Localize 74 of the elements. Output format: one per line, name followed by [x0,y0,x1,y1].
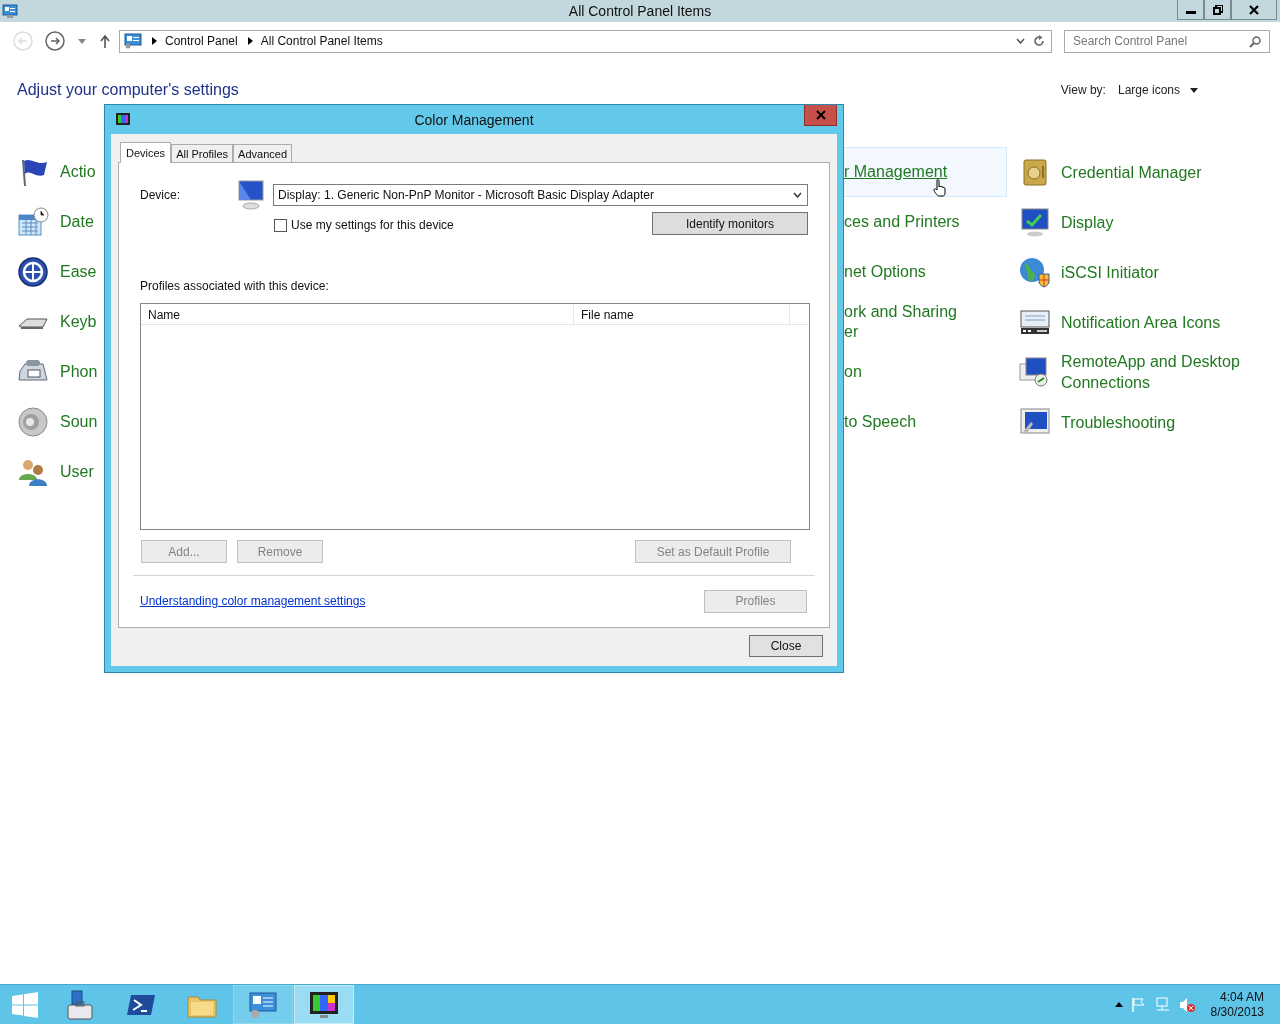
globe-icon[interactable] [1019,256,1051,288]
control-panel-item[interactable]: on [844,362,970,382]
control-panel-icon [2,3,18,19]
control-panel-item[interactable]: Notification Area Icons [1061,311,1256,333]
profiles-label: Profiles associated with this device: [140,279,330,293]
control-panel-item[interactable]: User [60,463,94,481]
window-title: All Control Panel Items [567,3,713,19]
caret-down-icon [78,38,86,44]
breadcrumb[interactable]: All Control Panel Items [260,34,383,48]
control-panel-item[interactable]: Soun [60,413,98,431]
close-icon [815,110,826,120]
server-toolbox-icon [64,988,96,1021]
search-field[interactable]: Search Control Panel [1064,29,1270,53]
taskbar-button[interactable] [294,985,354,1024]
control-panel-item[interactable]: Actio [60,163,96,181]
close-button[interactable] [1231,0,1277,20]
search-icon[interactable] [1249,35,1261,48]
restore-icon [1212,4,1223,15]
refresh-icon[interactable] [1033,35,1045,47]
caret-down-icon[interactable] [1016,38,1025,44]
control-panel-item[interactable]: Display [1061,211,1256,233]
control-panel-icon [124,33,142,49]
monitor-icon[interactable] [1019,206,1051,238]
minimize-icon [1185,11,1196,14]
control-panel-item[interactable]: RemoteApp and Desktop Connections [1061,351,1256,393]
hand-cursor-icon [933,179,947,197]
color-monitor-icon [116,112,130,127]
speaker-muted-icon[interactable] [1178,996,1195,1013]
device-dropdown[interactable]: Display: 1. Generic Non-PnP Monitor - Microsoft Basic Display Adapter [273,184,808,206]
control-panel-item[interactable]: ork and Sharing er [844,302,970,342]
control-panel-item[interactable]: net Options [844,262,970,282]
caret-down-icon [1190,87,1198,93]
control-panel-item[interactable]: iSCSI Initiator [1061,261,1256,283]
restore-button[interactable] [1204,0,1231,20]
control-panel-item[interactable]: ces and Printers [844,212,970,232]
page-heading: Adjust your computer's settings [17,81,240,99]
remote-desktop-icon[interactable] [1019,356,1051,388]
close-dialog-button[interactable]: Close [749,635,823,657]
chevron-right-icon [152,37,157,45]
breadcrumb[interactable]: Control Panel [165,34,238,48]
close-icon [1249,4,1259,15]
clock[interactable]: 4:04 AM 8/30/2013 [1210,989,1264,1020]
view-by-dropdown[interactable]: Large icons [1117,83,1198,97]
caret-up-icon[interactable] [1114,1002,1123,1007]
tab[interactable]: All Profiles [171,144,234,162]
caret-down-icon [793,192,802,198]
clock-date: 8/30/2013 [1210,1004,1264,1020]
control-panel-item[interactable]: Phon [60,363,98,381]
checkbox[interactable] [274,218,287,232]
column-header[interactable]: File name [574,304,790,324]
minimize-button[interactable] [1177,0,1204,20]
control-panel-item[interactable]: Date [60,213,94,231]
dialog-title: Color Management [413,111,535,128]
chevron-right-icon [247,37,253,45]
tab[interactable]: Advanced [233,144,293,162]
control-panel-item[interactable]: Credential Manager [1061,161,1256,183]
monitor-icon [237,180,265,210]
identify-monitors-button[interactable]: Identify monitors [652,212,808,235]
control-panel-item[interactable]: Keyb [60,313,97,331]
control-panel-item[interactable]: Ease [60,263,97,281]
tab[interactable]: Devices [120,142,172,163]
control-panel-item[interactable]: to Speech [844,412,970,432]
column-header[interactable]: Name [141,304,574,324]
up-arrow-icon [100,34,110,48]
calendar-clock-icon[interactable] [17,206,49,238]
checkbox-label: Use my settings for this device [291,218,454,232]
control-panel-item[interactable]: Troubleshooting [1061,411,1256,433]
windows-logo-icon [12,991,38,1018]
address-bar[interactable]: Control Panel All Control Panel Items [119,29,1052,53]
help-link[interactable]: Understanding color management settings [140,594,366,608]
view-by-label: View by: [1060,83,1106,97]
device-label: Device: [140,188,181,202]
control-panel-item[interactable]: r Management [844,162,948,182]
clock-time: 4:04 AM [1218,989,1264,1005]
